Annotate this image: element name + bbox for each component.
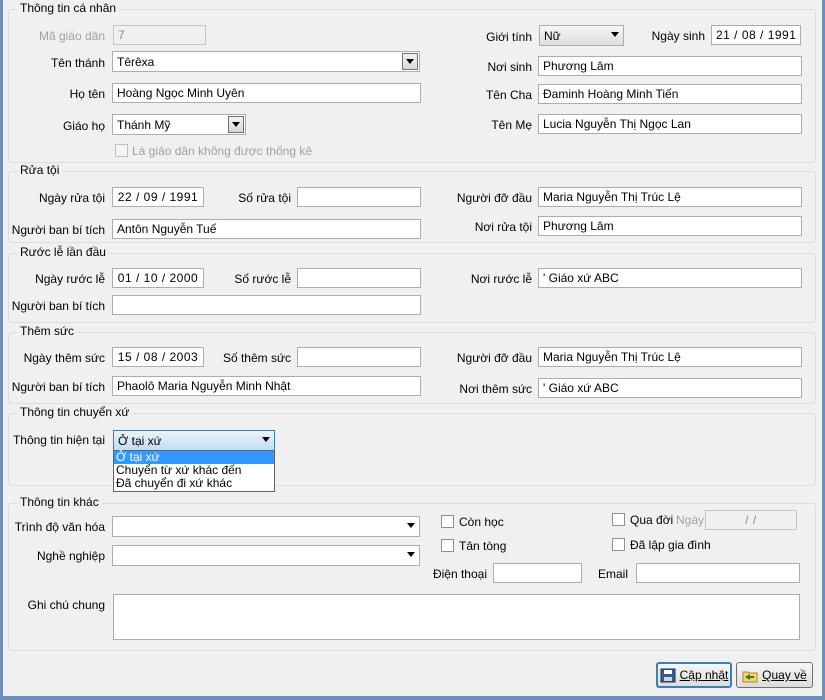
- da-lap-gia-dinh-checkbox[interactable]: [612, 538, 625, 551]
- gioi-tinh-value: Nữ: [544, 29, 561, 43]
- personal-info-title: Thông tin cá nhân: [17, 1, 120, 15]
- confirmation-title: Thêm sức: [17, 324, 78, 338]
- ngay-qua-doi-label: Ngày: [676, 513, 705, 527]
- nghe-nghiep-combo[interactable]: [112, 545, 420, 566]
- chevron-down-icon: [611, 32, 619, 37]
- nghe-nghiep-label: Nghề nghiệp: [36, 549, 105, 563]
- trinh-do-combo[interactable]: [112, 516, 420, 537]
- noi-sinh-field[interactable]: Phương Lâm: [538, 56, 802, 76]
- ngay-sinh-field[interactable]: 21 / 08 / 1991: [711, 25, 801, 45]
- so-ruoc-le-label: Số rước lễ: [234, 272, 291, 286]
- nguoi-do-dau-baptism-field[interactable]: Maria Nguyễn Thị Trúc Lệ: [538, 187, 802, 207]
- da-lap-gia-dinh-label: Đã lập gia đình: [630, 538, 711, 552]
- nguoi-ban-communion-label: Người ban bí tích: [11, 299, 105, 313]
- ten-thanh-combo[interactable]: Têrêxa: [112, 51, 420, 72]
- ngay-sinh-label: Ngày sinh: [651, 29, 705, 43]
- ten-me-label: Tên Mẹ: [491, 118, 532, 132]
- giao-ho-label: Giáo họ: [62, 119, 105, 133]
- so-rua-toi-label: Số rửa tội: [238, 191, 291, 205]
- ten-cha-field[interactable]: Đaminh Hoàng Minh Tiến: [538, 84, 802, 104]
- ngay-them-suc-label: Ngày thêm sức: [23, 351, 105, 365]
- ho-ten-field[interactable]: Hoàng Ngọc Minh Uyên: [112, 83, 421, 103]
- noi-rua-toi-label: Nơi rửa tội: [474, 220, 532, 234]
- giao-ho-combo[interactable]: Thánh Mỹ: [112, 114, 246, 135]
- chevron-down-icon: [406, 59, 414, 64]
- first-communion-title: Rước lễ lần đầu: [17, 245, 109, 259]
- not-counted-label: Là giáo dân không được thống kê: [132, 144, 313, 158]
- trinh-do-label: Trình độ văn hóa: [14, 520, 105, 534]
- noi-ruoc-le-label: Nơi rước lễ: [470, 272, 532, 286]
- ho-ten-label: Họ tên: [69, 87, 105, 101]
- email-label: Email: [597, 567, 628, 581]
- nguoi-ban-confirmation-field[interactable]: Phaolô Maria Nguyễn Minh Nhật: [112, 376, 421, 396]
- ngay-rua-toi-label: Ngày rửa tội: [38, 191, 105, 205]
- ma-giao-dan-field: 7: [113, 25, 206, 45]
- dien-thoai-field[interactable]: [493, 563, 582, 583]
- nguoi-ban-communion-field[interactable]: [112, 295, 421, 315]
- noi-rua-toi-field[interactable]: Phương Lâm: [538, 216, 802, 236]
- other-info-title: Thông tin khác: [17, 495, 102, 509]
- email-field[interactable]: [636, 563, 800, 583]
- chevron-down-icon: [407, 523, 415, 528]
- gioi-tinh-label: Giới tính: [486, 30, 532, 44]
- chevron-down-icon: [262, 437, 270, 442]
- tan-tong-label: Tân tòng: [459, 539, 507, 553]
- ghi-chu-label: Ghi chú chung: [27, 598, 105, 612]
- back-button-label: Quay về: [762, 668, 807, 682]
- ten-me-field[interactable]: Lucia Nguyễn Thị Ngọc Lan: [538, 114, 802, 134]
- nguoi-do-dau-confirmation-field[interactable]: Maria Nguyễn Thị Trúc Lệ: [538, 347, 802, 367]
- back-button[interactable]: Quay về: [736, 662, 813, 688]
- folder-back-icon: [742, 671, 758, 682]
- chevron-down-icon: [232, 122, 240, 127]
- so-them-suc-field[interactable]: [297, 347, 421, 367]
- ten-thanh-label: Tên thánh: [50, 56, 105, 70]
- ten-thanh-dropdown-button[interactable]: [402, 53, 418, 70]
- noi-them-suc-field[interactable]: ' Giáo xứ ABC: [538, 378, 802, 398]
- qua-doi-checkbox[interactable]: [612, 513, 625, 526]
- nguoi-do-dau-baptism-label: Người đỡ đầu: [456, 191, 532, 205]
- chevron-down-icon: [407, 552, 415, 557]
- ngay-rua-toi-field[interactable]: 22 / 09 / 1991: [112, 187, 204, 207]
- ten-thanh-value: Têrêxa: [117, 55, 155, 69]
- ngay-them-suc-field[interactable]: 15 / 08 / 2003: [112, 347, 204, 367]
- current-status-combo[interactable]: Ở tại xứ: [113, 430, 275, 451]
- nguoi-ban-confirmation-label: Người ban bí tích: [11, 380, 105, 394]
- window-border-bottom: [0, 696, 825, 700]
- so-rua-toi-field[interactable]: [297, 187, 421, 207]
- noi-ruoc-le-field[interactable]: ' Giáo xứ ABC: [538, 268, 802, 288]
- giao-ho-value: Thánh Mỹ: [117, 118, 171, 132]
- noi-sinh-label: Nơi sinh: [487, 60, 532, 74]
- noi-them-suc-label: Nơi thêm sức: [459, 382, 532, 396]
- nguoi-do-dau-confirmation-label: Người đỡ đầu: [456, 351, 532, 365]
- current-status-dropdown-list: Ở tại xứ Chuyển từ xứ khác đến Đã chuyển…: [113, 450, 275, 492]
- ngay-qua-doi-field: / /: [705, 510, 797, 530]
- so-them-suc-label: Số thêm sức: [222, 351, 291, 365]
- con-hoc-label: Còn học: [459, 515, 504, 529]
- tan-tong-checkbox[interactable]: [441, 539, 454, 552]
- current-status-value: Ở tại xứ: [118, 434, 162, 448]
- qua-doi-label: Qua đời: [630, 513, 674, 527]
- not-counted-checkbox[interactable]: [115, 144, 128, 157]
- save-icon: [660, 668, 676, 682]
- ngay-ruoc-le-field[interactable]: 01 / 10 / 2000: [112, 268, 204, 288]
- current-status-label: Thông tin hiện tại: [12, 433, 105, 447]
- ghi-chu-field[interactable]: [113, 594, 800, 640]
- nguoi-ban-baptism-label: Người ban bí tích: [11, 223, 105, 237]
- so-ruoc-le-field[interactable]: [297, 268, 421, 288]
- ten-cha-label: Tên Cha: [485, 88, 532, 102]
- window-border-left: [0, 0, 3, 700]
- dien-thoai-label: Điện thoại: [432, 567, 487, 581]
- update-button-label: Cập nhật: [679, 668, 729, 682]
- baptism-title: Rửa tội: [17, 163, 63, 177]
- gioi-tinh-combo[interactable]: Nữ: [539, 25, 624, 46]
- update-button[interactable]: Cập nhật: [656, 662, 732, 688]
- ma-giao-dan-label: Mã giáo dân: [38, 29, 105, 43]
- con-hoc-checkbox[interactable]: [441, 515, 454, 528]
- giao-ho-dropdown-button[interactable]: [228, 116, 244, 133]
- nguoi-ban-baptism-field[interactable]: Antôn Nguyễn Tuế: [112, 219, 421, 239]
- ngay-ruoc-le-label: Ngày rước lễ: [35, 272, 105, 286]
- dropdown-option-chuyen-di[interactable]: Đã chuyển đi xứ khác: [114, 477, 274, 490]
- parish-transfer-title: Thông tin chuyển xứ: [17, 405, 133, 419]
